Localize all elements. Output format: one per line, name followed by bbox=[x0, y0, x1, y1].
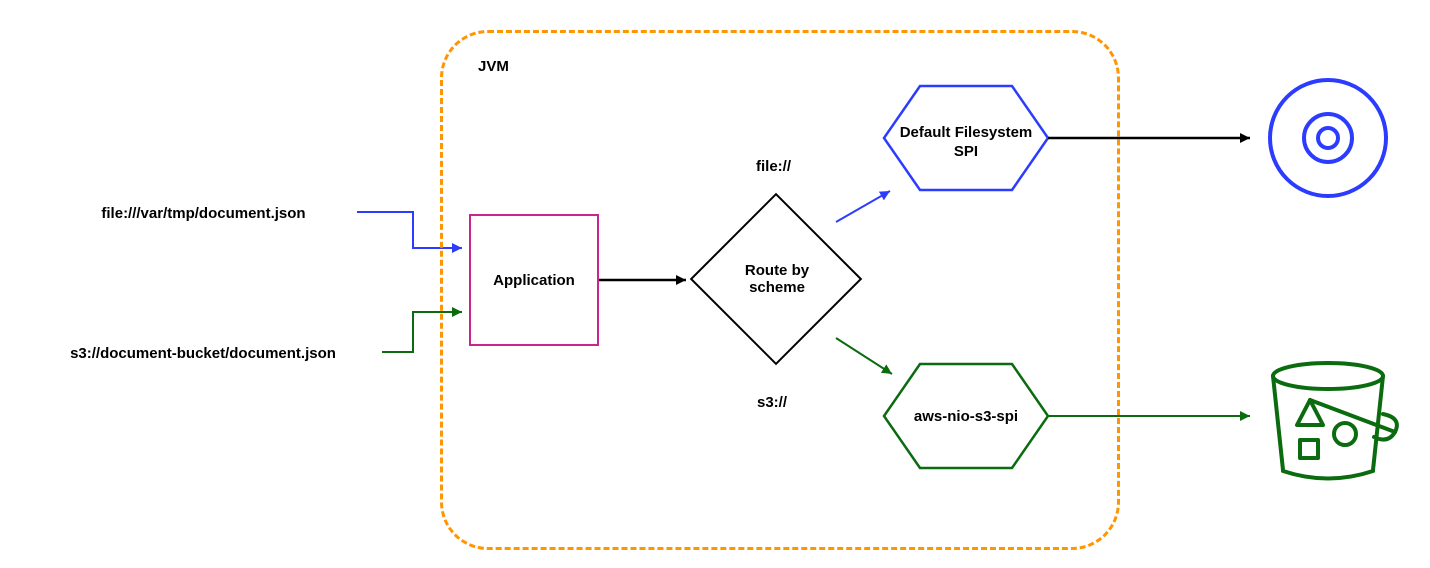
s3-scheme-label: s3:// bbox=[757, 394, 787, 411]
file-uri-text: file:///var/tmp/document.json bbox=[46, 205, 361, 222]
jvm-label: JVM bbox=[478, 58, 509, 75]
router-label: Route by scheme bbox=[725, 262, 829, 296]
application-label: Application bbox=[493, 272, 575, 289]
architecture-diagram: JVM Application Route by scheme file:// … bbox=[0, 0, 1430, 568]
disk-icon bbox=[1270, 80, 1386, 196]
s3-uri-text: s3://document-bucket/document.json bbox=[18, 345, 388, 362]
application-box: Application bbox=[469, 214, 599, 346]
file-scheme-label: file:// bbox=[756, 158, 791, 175]
s3-spi-label: aws-nio-s3-spi bbox=[902, 408, 1030, 425]
default-fs-label: Default Filesystem SPI bbox=[896, 124, 1036, 162]
s3-bucket-icon bbox=[1273, 363, 1397, 479]
